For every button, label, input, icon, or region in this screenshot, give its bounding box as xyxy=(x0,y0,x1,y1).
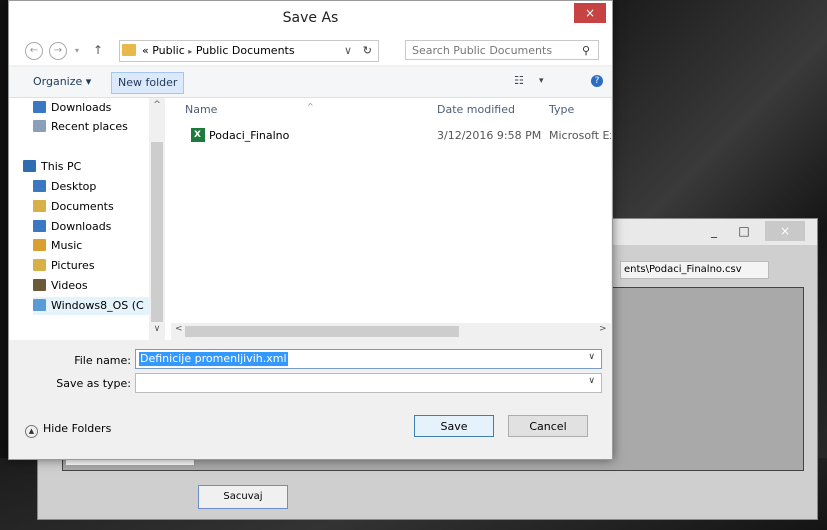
navigation-bar: ← → ▾ ↑ « Public ▸ Public Documents ∨ ↻ … xyxy=(9,37,612,65)
hide-folders-label: Hide Folders xyxy=(43,422,112,435)
file-name-field[interactable]: Definicije promenljivih.xml ∨ xyxy=(135,349,602,369)
nav-item-downloads[interactable]: Downloads xyxy=(33,99,111,117)
nav-item-label: Pictures xyxy=(51,259,95,272)
address-bar[interactable]: « Public ▸ Public Documents ∨ ↻ xyxy=(119,40,379,62)
nav-item-label: Downloads xyxy=(51,101,112,114)
forward-button[interactable]: → xyxy=(49,42,67,60)
nav-item-label: Desktop xyxy=(51,180,97,193)
dialog-title: Save As xyxy=(282,10,339,26)
save-as-type-label: Save as type: xyxy=(56,377,131,390)
nav-pane-scrollbar[interactable]: ^ ∨ xyxy=(149,98,165,340)
organize-button[interactable]: Organize ▾ xyxy=(27,72,97,92)
column-header-date-modified[interactable]: Date modified xyxy=(437,103,515,116)
breadcrumb-public[interactable]: Public xyxy=(152,44,185,57)
chevron-down-icon[interactable]: ∨ xyxy=(588,352,595,362)
nav-item-label: Recent places xyxy=(51,120,128,133)
pictures-icon xyxy=(33,259,46,271)
breadcrumb-prefix[interactable]: « xyxy=(142,44,149,57)
sort-arrow-icon: ^ xyxy=(307,102,314,111)
save-button[interactable]: Save xyxy=(414,415,494,437)
breadcrumb-separator: ▸ xyxy=(188,47,193,56)
dialog-titlebar: Save As × xyxy=(9,1,612,37)
refresh-icon[interactable]: ↻ xyxy=(363,41,372,61)
minimize-button[interactable]: _ xyxy=(701,221,727,241)
column-label: Name xyxy=(185,103,218,116)
search-icon[interactable]: ⚲ xyxy=(582,41,590,61)
address-dropdown-icon[interactable]: ∨ xyxy=(344,41,352,61)
nav-item-label: Downloads xyxy=(51,220,112,233)
nav-item-this-pc[interactable]: This PC xyxy=(23,158,81,176)
command-toolbar: Organize ▾ New folder ☷ ▾ ? xyxy=(9,67,612,98)
nav-item-desktop[interactable]: Desktop xyxy=(33,178,96,196)
recent-places-icon xyxy=(33,120,46,132)
nav-item-label: Videos xyxy=(51,279,88,292)
navigation-pane: Downloads Recent places This PC Desktop … xyxy=(9,98,171,340)
view-dropdown-icon[interactable]: ▾ xyxy=(539,76,544,86)
nav-item-videos[interactable]: Videos xyxy=(33,277,88,295)
nav-item-pictures[interactable]: Pictures xyxy=(33,257,95,275)
breadcrumb-public-documents[interactable]: Public Documents xyxy=(196,44,295,57)
scroll-up-icon[interactable]: ^ xyxy=(149,100,165,110)
desktop-icon xyxy=(33,180,46,192)
nav-item-label: Music xyxy=(51,239,83,252)
nav-item-label: This PC xyxy=(41,160,82,173)
scroll-right-icon[interactable]: > xyxy=(599,324,607,334)
scroll-down-icon[interactable]: ∨ xyxy=(149,324,165,334)
cancel-button[interactable]: Cancel xyxy=(508,415,588,437)
csv-path-field[interactable]: ents\Podaci_Finalno.csv xyxy=(620,261,769,279)
nav-item-windows8-os[interactable]: Windows8_OS (C xyxy=(33,297,153,315)
back-button[interactable]: ← xyxy=(25,42,43,60)
sacuvaj-button[interactable]: Sacuvaj xyxy=(198,485,288,509)
nav-item-recent-places[interactable]: Recent places xyxy=(33,118,128,136)
nav-item-downloads-pc[interactable]: Downloads xyxy=(33,218,111,236)
scrollbar-thumb[interactable] xyxy=(151,142,163,322)
downloads-icon xyxy=(33,220,46,232)
file-name: Podaci_Finalno xyxy=(209,129,290,142)
breadcrumb: « Public ▸ Public Documents xyxy=(142,41,295,62)
file-date: 3/12/2016 9:58 PM xyxy=(437,129,542,142)
file-list-hscrollbar[interactable]: < > xyxy=(171,323,612,340)
documents-icon xyxy=(33,200,46,212)
recent-locations-dropdown[interactable]: ▾ xyxy=(75,46,79,55)
file-type: Microsoft Ex xyxy=(549,129,611,142)
nav-item-label: Windows8_OS (C xyxy=(51,299,144,312)
maximize-button[interactable]: □ xyxy=(731,221,757,241)
close-button[interactable]: × xyxy=(765,221,805,241)
file-name-cell: Podaci_Finalno xyxy=(191,125,290,146)
hide-folders-button[interactable]: ▲ Hide Folders xyxy=(25,422,111,438)
help-icon[interactable]: ? xyxy=(591,75,603,87)
drive-icon xyxy=(33,299,46,311)
excel-file-icon xyxy=(191,125,205,145)
scroll-left-icon[interactable]: < xyxy=(175,324,183,334)
new-folder-button[interactable]: New folder xyxy=(111,72,185,94)
nav-item-label: Documents xyxy=(51,200,114,213)
save-as-dialog: Save As × ← → ▾ ↑ « Public ▸ Public Docu… xyxy=(8,0,613,460)
up-button[interactable]: ↑ xyxy=(93,43,103,57)
chevron-down-icon[interactable]: ∨ xyxy=(588,376,595,386)
save-as-type-select[interactable]: ∨ xyxy=(135,373,602,393)
column-header-name[interactable]: Name ^ xyxy=(185,102,314,116)
videos-icon xyxy=(33,279,46,291)
hscrollbar-thumb[interactable] xyxy=(185,326,459,337)
folder-icon xyxy=(122,44,136,56)
music-icon xyxy=(33,239,46,251)
view-options-icon[interactable]: ☷ xyxy=(514,74,524,87)
file-name-label: File name: xyxy=(74,354,131,367)
file-name-value: Definicije promenljivih.xml xyxy=(139,352,288,366)
file-row[interactable]: Podaci_Finalno 3/12/2016 9:58 PM Microso… xyxy=(171,125,611,146)
file-list-pane: Name ^ Date modified Type Podaci_Finalno… xyxy=(171,98,611,340)
nav-item-documents[interactable]: Documents xyxy=(33,198,114,216)
dialog-close-button[interactable]: × xyxy=(574,3,606,23)
collapse-icon: ▲ xyxy=(25,425,38,438)
nav-item-music[interactable]: Music xyxy=(33,237,82,255)
column-header-type[interactable]: Type xyxy=(549,103,574,116)
search-input[interactable]: Search Public Documents ⚲ xyxy=(405,40,599,60)
computer-icon xyxy=(23,160,36,172)
downloads-icon xyxy=(33,101,46,113)
search-placeholder: Search Public Documents xyxy=(412,44,553,57)
